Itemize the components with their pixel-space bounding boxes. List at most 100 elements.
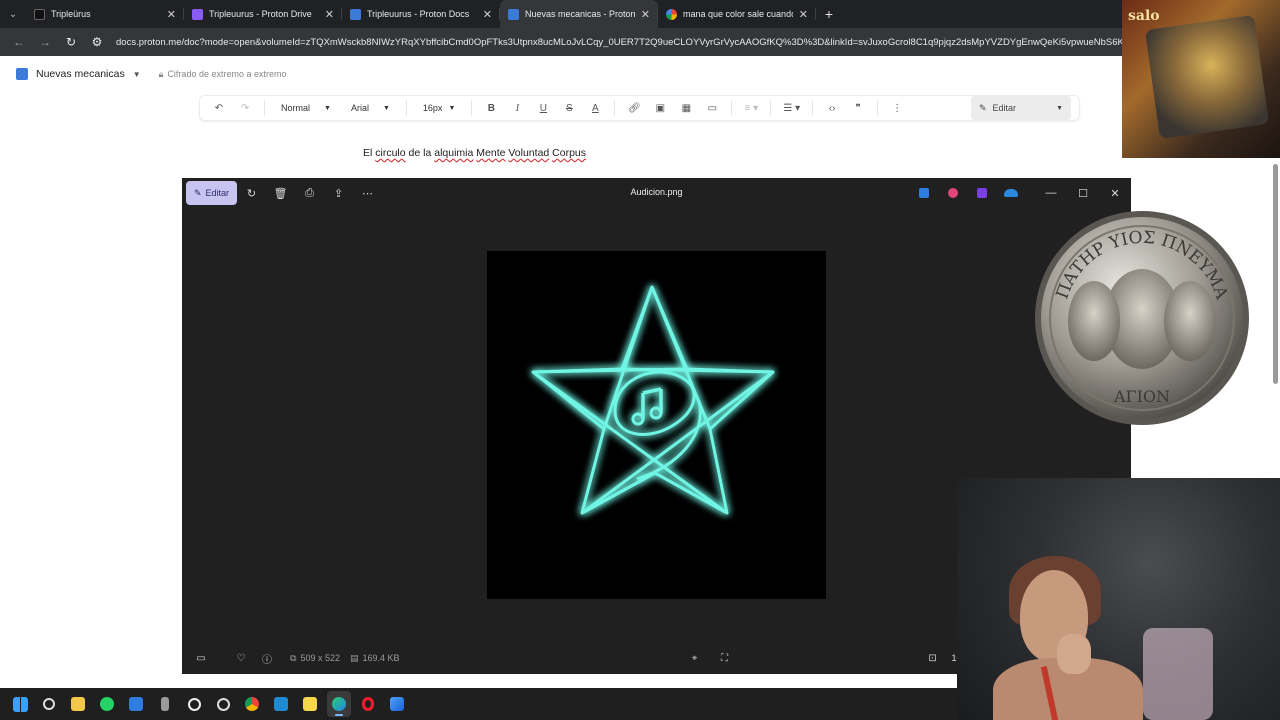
italic-icon[interactable]: I (506, 97, 528, 119)
edge-icon[interactable] (327, 691, 351, 717)
document-scrollbar[interactable] (1270, 158, 1280, 478)
code-icon[interactable]: ‹› (821, 97, 843, 119)
toolbar-divider (812, 100, 814, 116)
tab-label: Nuevas mecanicas - Proton Do (525, 9, 635, 19)
toolbar-divider (770, 100, 772, 116)
tab-close-icon[interactable]: ✕ (167, 8, 176, 21)
paragraph-style-select[interactable]: Normal ▼ (273, 97, 339, 119)
chrome-icon[interactable] (240, 691, 264, 717)
quote-icon[interactable]: ❞ (847, 97, 869, 119)
underline-icon[interactable]: U (532, 97, 554, 119)
favorite-heart-icon[interactable]: ♡ (228, 646, 254, 670)
resolution-icon: ⧉ (290, 652, 297, 663)
onedrive-icon[interactable] (996, 178, 1025, 208)
chevron-down-icon[interactable]: ▼ (133, 70, 141, 79)
chevron-down-icon: ▼ (448, 104, 456, 112)
tab-search-chevron-icon[interactable]: ⌄ (0, 0, 26, 28)
edit-image-icon: ✎ (193, 187, 202, 198)
image-icon[interactable]: ▣ (649, 97, 671, 119)
scrollbar-thumb[interactable] (1273, 164, 1278, 384)
search-icon[interactable] (37, 691, 61, 717)
vscode-icon[interactable] (269, 691, 293, 717)
displayed-image[interactable] (487, 251, 826, 599)
browser-tab[interactable]: mana que color sale cuando se ✕ (658, 0, 816, 28)
undo-icon[interactable]: ↶ (208, 97, 230, 119)
font-family-select[interactable]: Arial ▼ (343, 97, 398, 119)
url-field[interactable]: docs.proton.me/doc?mode=open&volumeId=zT… (116, 37, 1122, 48)
editing-mode-select[interactable]: ✎ Editar ▼ (971, 96, 1071, 120)
doc-word: El (363, 147, 373, 159)
more-options-icon[interactable]: ⋮ (886, 97, 908, 119)
opera-icon[interactable] (356, 691, 380, 717)
chevron-down-icon: ▼ (382, 104, 390, 112)
ornate-book-illustration (1144, 14, 1270, 140)
reload-icon[interactable]: ↻ (60, 31, 82, 53)
tab-close-icon[interactable]: ✕ (325, 8, 334, 21)
list-select-icon[interactable]: ☰ ▾ (779, 97, 804, 119)
close-icon[interactable]: ✕ (1099, 178, 1131, 208)
browser-tab-active[interactable]: Nuevas mecanicas - Proton Do ✕ (500, 0, 658, 28)
bold-icon[interactable]: B (480, 97, 502, 119)
forward-icon[interactable]: → (34, 31, 56, 53)
align-select-icon[interactable]: ≡ ▾ (740, 97, 762, 119)
doc-title[interactable]: Nuevas mecanicas (36, 68, 125, 80)
toolbar-divider (264, 100, 265, 116)
visual-search-icon[interactable]: ⌖ (682, 646, 708, 670)
link-icon[interactable]: 🔗︎ (623, 97, 645, 119)
usb-drive-icon[interactable] (153, 691, 177, 717)
redo-icon[interactable]: ↷ (234, 97, 256, 119)
tab-close-icon[interactable]: ✕ (483, 8, 492, 21)
toolbar-divider (471, 100, 473, 116)
file-explorer-icon[interactable] (66, 691, 90, 717)
share-icon[interactable]: ⇪ (324, 181, 353, 205)
toolbar-divider (877, 100, 879, 116)
browser-tab[interactable]: Tripleuurus - Proton Docs ✕ (342, 0, 500, 28)
document-body-text[interactable]: El circulo de la alquimia Mente Voluntad… (363, 147, 586, 159)
edit-with-app-icon[interactable] (967, 178, 996, 208)
comment-icon[interactable]: ▭ (701, 97, 723, 119)
tab-close-icon[interactable]: ✕ (641, 8, 650, 21)
strikethrough-icon[interactable]: S (558, 97, 580, 119)
print-icon[interactable]: ⎙ (295, 181, 324, 205)
browser-tab-strip: ⌄ Tripleürus ✕ Tripleuurus - Proton Driv… (0, 0, 1122, 28)
rotate-icon[interactable]: ↻ (237, 181, 266, 205)
info-icon[interactable]: ⓘ (254, 646, 280, 670)
doc-word-misspelled: Mente (476, 147, 506, 159)
address-bar-row: ← → ↻ ⚙ docs.proton.me/doc?mode=open&vol… (0, 28, 1122, 56)
store-icon[interactable] (124, 691, 148, 717)
filmstrip-icon[interactable]: ▭ (188, 646, 214, 670)
edit-with-app-icon[interactable] (909, 178, 938, 208)
doc-word-misspelled: alquimia (434, 147, 474, 159)
whatsapp-icon[interactable] (95, 691, 119, 717)
sticky-notes-icon[interactable] (298, 691, 322, 717)
doc-word-misspelled: Corpus (552, 147, 587, 159)
table-icon[interactable]: ▦ (675, 97, 697, 119)
new-tab-button[interactable]: + (816, 6, 842, 22)
viewer-window-controls: — ☐ ✕ (909, 178, 1131, 208)
start-icon[interactable] (8, 691, 32, 717)
doc-header: Nuevas mecanicas ▼ 🔒︎ Cifrado de extremo… (0, 62, 1122, 86)
fit-to-window-icon[interactable]: ⊡ (920, 646, 946, 670)
minimize-icon[interactable]: — (1035, 178, 1067, 208)
more-options-icon[interactable]: ⋯ (353, 181, 382, 205)
delete-icon[interactable]: 🗑︎ (266, 181, 295, 205)
chatgpt-icon[interactable] (182, 691, 206, 717)
maximize-icon[interactable]: ☐ (1067, 178, 1099, 208)
browser-tab[interactable]: Tripleuurus - Proton Drive ✕ (184, 0, 342, 28)
viewer-edit-button[interactable]: ✎ Editar (186, 181, 237, 205)
paint-icon[interactable] (385, 691, 409, 717)
browser-tab[interactable]: Tripleürus ✕ (26, 0, 184, 28)
tab-label: mana que color sale cuando se (683, 9, 793, 19)
toolbar-divider (614, 100, 616, 116)
edit-with-app-icon[interactable] (938, 178, 967, 208)
coin-bottom-text: ΑΓΙΟΝ (1113, 387, 1170, 406)
site-info-icon[interactable]: ⚙ (86, 31, 108, 53)
text-color-icon[interactable]: A (584, 97, 606, 119)
back-icon[interactable]: ← (8, 31, 30, 53)
remove-background-icon[interactable]: ⛶ (712, 646, 738, 670)
font-size-select[interactable]: 16px ▼ (415, 97, 463, 119)
tab-close-icon[interactable]: ✕ (799, 8, 808, 21)
image-filesize-value: 169.4 KB (362, 653, 400, 663)
windows-taskbar (0, 688, 957, 720)
browser-red-icon[interactable] (211, 691, 235, 717)
